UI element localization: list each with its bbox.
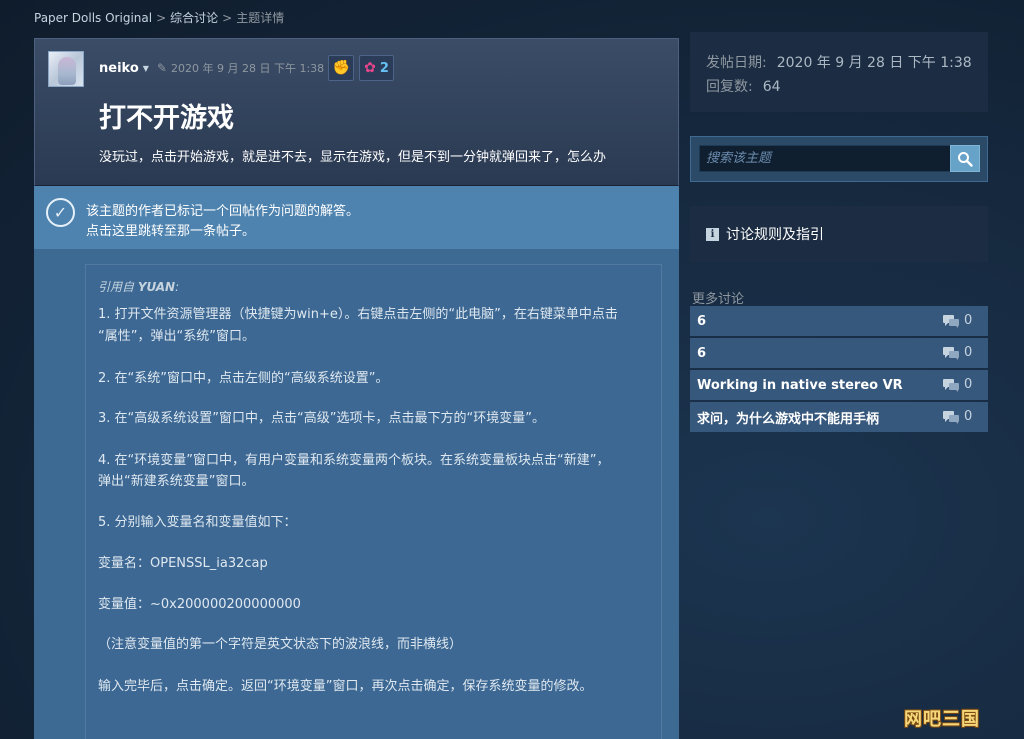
meta-replies-label: 回复数: [706,79,753,95]
discussion-title[interactable]: Working in native stereo VR [697,378,927,393]
list-item[interactable]: Working in native stereo VR 0 [690,370,988,400]
quote-line: “属性”，弹出“系统”窗口。 [98,329,255,344]
avatar-figure [58,57,76,85]
answer-banner-link[interactable]: 点击这里跳转至那一条帖子。 [86,220,255,239]
breadcrumb-current: 主题详情 [236,11,285,25]
list-item[interactable]: 6 0 [690,306,988,336]
quote-line: 5. 分别输入变量名和变量值如下： [98,515,297,530]
meta-posted-label: 发帖日期: [706,55,767,71]
discussion-title[interactable]: 6 [697,346,927,361]
breadcrumb-game-link[interactable]: Paper Dolls Original [34,11,152,25]
meta-replies: 回复数: 64 [706,76,781,96]
list-item[interactable]: 求问，为什么游戏中不能用手柄 0 [690,402,988,432]
comment-icon [943,379,959,392]
quote-prefix: 引用自 [98,280,135,294]
meta-replies-value: 64 [762,79,781,95]
topic-title: 打不开游戏 [99,103,234,134]
reply-count: 0 [964,313,973,328]
info-icon: i [706,227,719,241]
answer-banner[interactable]: ✓ 该主题的作者已标记一个回帖作为问题的解答。 点击这里跳转至那一条帖子。 [34,186,679,249]
comment-icon [943,347,959,360]
more-discussions-list: 6 0 6 0 Working in native stereo VR 0 求问… [690,306,988,434]
award-hand-icon: ✊ [332,60,350,76]
award-badge[interactable]: ✿ 2 [359,55,394,81]
answer-banner-text: 该主题的作者已标记一个回帖作为问题的解答。 [86,204,360,219]
quote-line: 3. 在“高级系统设置”窗口中，点击“高级”选项卡，点击最下方的“环境变量”。 [98,411,545,426]
search-input[interactable] [699,145,951,172]
topic-header: neiko ▼ ✎ 2020 年 9 月 28 日 下午 1:38 ✊ ✿ 2 … [34,38,679,186]
quote-box: 引用自 YUAN: 1. 打开文件资源管理器（快捷键为win+e）。右键点击左侧… [85,264,662,739]
award-flower-icon: ✿ [364,60,376,76]
search-icon [958,151,973,167]
quote-line: 输入完毕后，点击确定。返回“环境变量”窗口，再次点击确定，保存系统变量的修改。 [98,679,593,694]
quote-author: 引用自 YUAN: [98,278,179,295]
quote-line: 1. 打开文件资源管理器（快捷键为win+e）。右键点击左侧的“此电脑”，在右键… [98,307,618,322]
quote-line: 变量值：~0x200000200000000 [98,597,301,612]
quote-line: 2. 在“系统”窗口中，点击左侧的“高级系统设置”。 [98,371,389,386]
rules-panel[interactable]: i 讨论规则及指引 [690,206,988,262]
quote-line: 弹出“新建系统变量”窗口。 [98,474,255,489]
reply-count: 0 [964,345,973,360]
comment-icon [943,315,959,328]
rules-link[interactable]: 讨论规则及指引 [726,224,824,244]
watermark-logo: 网吧三国 [904,709,980,730]
reply-count: 0 [964,409,973,424]
award-count: 2 [379,60,389,76]
pin-icon: ✎ [156,61,167,75]
breadcrumb-separator: > [156,11,167,25]
quote-line: 变量名：OPENSSL_ia32cap [98,556,268,571]
breadcrumb-separator: > [222,11,233,25]
quote-author-name: YUAN [137,280,176,294]
search-button[interactable] [950,145,980,172]
author-name[interactable]: neiko [99,61,139,76]
breadcrumb: Paper Dolls Original > 综合讨论 > 主题详情 [34,9,284,26]
discussion-title[interactable]: 求问，为什么游戏中不能用手柄 [697,408,927,427]
meta-posted: 发帖日期: 2020 年 9 月 28 日 下午 1:38 [706,52,972,72]
discussion-title[interactable]: 6 [697,314,927,329]
comment-icon [943,411,959,424]
search-panel [690,136,988,182]
reply-count: 0 [964,377,973,392]
chevron-down-icon[interactable]: ▼ [143,64,149,73]
author-line: neiko ▼ ✎ 2020 年 9 月 28 日 下午 1:38 ✊ ✿ 2 [99,55,394,81]
quote-line: （注意变量值的第一个字符是英文状态下的波浪线，而非横线） [98,637,463,652]
meta-posted-value: 2020 年 9 月 28 日 下午 1:38 [776,55,972,71]
avatar[interactable] [48,51,84,87]
topic-body: 没玩过，点击开始游戏，就是进不去，显示在游戏，但是不到一分钟就弹回来了，怎么办 [99,150,607,165]
quote-suffix: : [175,280,180,294]
award-badge[interactable]: ✊ [328,55,355,81]
topic-meta-panel: 发帖日期: 2020 年 9 月 28 日 下午 1:38 回复数: 64 [690,32,988,112]
more-discussions-title: 更多讨论 [692,292,745,307]
quote-line: 4. 在“环境变量”窗口中，有用户变量和系统变量两个板块。在系统变量板块点击“新… [98,453,610,468]
breadcrumb-forum-link[interactable]: 综合讨论 [170,11,218,25]
check-circle-icon: ✓ [46,198,75,227]
answer-panel: 引用自 YUAN: 1. 打开文件资源管理器（快捷键为win+e）。右键点击左侧… [34,249,679,739]
list-item[interactable]: 6 0 [690,338,988,368]
post-date: 2020 年 9 月 28 日 下午 1:38 [170,62,325,75]
